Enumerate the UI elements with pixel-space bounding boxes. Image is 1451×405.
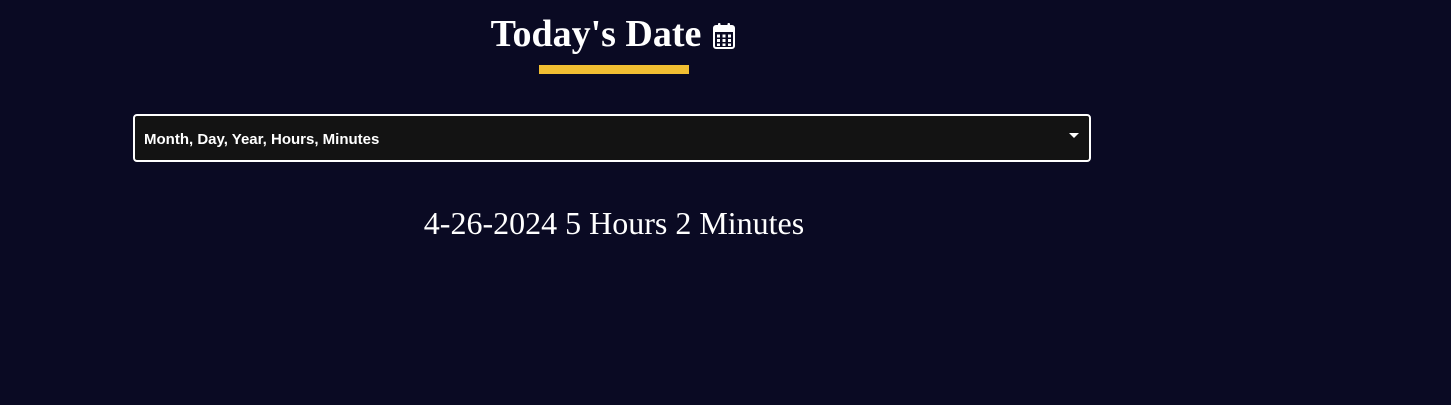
page-header: Today's Date bbox=[0, 10, 1228, 58]
chevron-down-icon bbox=[1069, 133, 1079, 138]
calendar-icon bbox=[711, 22, 737, 50]
date-format-selected-value: Month, Day, Year, Hours, Minutes bbox=[144, 130, 380, 148]
title-underline bbox=[539, 65, 689, 74]
current-date-output: 4-26-2024 5 Hours 2 Minutes bbox=[423, 205, 805, 241]
date-format-select[interactable]: Month, Day, Year, Hours, Minutes bbox=[133, 114, 1091, 162]
page-title: Today's Date bbox=[490, 13, 702, 55]
